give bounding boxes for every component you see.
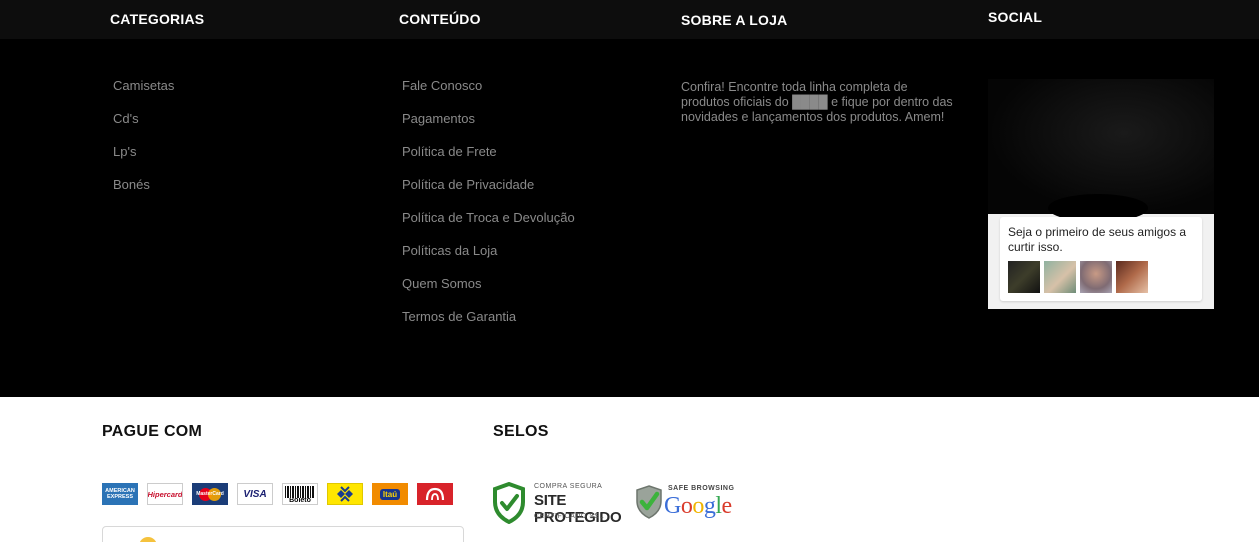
list-item: Políticas da Loja	[402, 243, 575, 276]
shield-check-icon	[636, 485, 662, 519]
shield-check-icon	[493, 482, 525, 524]
list-item: Cd's	[113, 111, 174, 144]
conteudo-link-fale-conosco[interactable]: Fale Conosco	[402, 78, 482, 93]
sobre-title: SOBRE A LOJA	[681, 12, 788, 28]
selos-title: SELOS	[493, 423, 549, 440]
facebook-friends-text: Seja o primeiro de seus amigos a curtir …	[1008, 225, 1187, 254]
list-item: Pagamentos	[402, 111, 575, 144]
itau-label: Itaú	[379, 488, 401, 500]
list-item: Termos de Garantia	[402, 309, 575, 342]
amex-icon: AMERICAN EXPRESS	[102, 483, 138, 505]
barcode-icon	[285, 486, 315, 498]
itau-icon: Itaú	[372, 483, 408, 505]
visa-icon: VISA	[237, 483, 273, 505]
pague-com-title: PAGUE COM	[102, 423, 203, 440]
conteudo-link-privacidade[interactable]: Política de Privacidade	[402, 177, 534, 192]
categoria-link-camisetas[interactable]: Camisetas	[113, 78, 174, 93]
list-item: Política de Frete	[402, 144, 575, 177]
banco-do-brasil-icon	[327, 483, 363, 505]
facebook-like-box[interactable]: Seja o primeiro de seus amigos a curtir …	[988, 79, 1214, 309]
conteudo-link-quem-somos[interactable]: Quem Somos	[402, 276, 481, 291]
categorias-list: Camisetas Cd's Lp's Bonés	[113, 78, 174, 210]
conteudo-link-pagamentos[interactable]: Pagamentos	[402, 111, 475, 126]
conteudo-link-garantia[interactable]: Termos de Garantia	[402, 309, 516, 324]
google-safe-browsing-seal[interactable]: SAFE BROWSING Google	[634, 484, 738, 524]
avatar[interactable]	[1116, 261, 1148, 293]
facebook-friends-card: Seja o primeiro de seus amigos a curtir …	[1000, 217, 1202, 301]
google-wordmark: Google	[664, 493, 732, 519]
bradesco-icon	[417, 483, 453, 505]
categorias-title: CATEGORIAS	[110, 11, 205, 27]
list-item: Lp's	[113, 144, 174, 177]
bottom-info-box	[102, 526, 464, 542]
site-protegido-line3: CERTIFICADO SSL	[534, 513, 604, 520]
footer-top: CATEGORIAS CONTEÚDO SOBRE A LOJA SOCIAL …	[0, 0, 1259, 397]
bradesco-logo-icon	[425, 487, 445, 501]
site-protegido-line2: SITE PROTEGIDO	[534, 492, 622, 526]
sobre-text: Confira! Encontre toda linha completa de…	[681, 80, 953, 124]
boleto-icon: Boleto	[282, 483, 318, 505]
avatar[interactable]	[1008, 261, 1040, 293]
amex-label-2: EXPRESS	[107, 494, 133, 500]
conteudo-list: Fale Conosco Pagamentos Política de Fret…	[402, 78, 575, 342]
boleto-label: Boleto	[289, 497, 311, 504]
avatar[interactable]	[1080, 261, 1112, 293]
conteudo-link-politicas[interactable]: Políticas da Loja	[402, 243, 497, 258]
conteudo-link-frete[interactable]: Política de Frete	[402, 144, 497, 159]
visa-label: VISA	[243, 488, 267, 500]
site-protegido-line1: COMPRA SEGURA	[534, 483, 603, 490]
bb-logo-icon	[337, 486, 353, 502]
list-item: Política de Privacidade	[402, 177, 575, 210]
site-protegido-seal[interactable]: COMPRA SEGURA SITE PROTEGIDO CERTIFICADO…	[492, 482, 627, 526]
hipercard-icon: Hipercard	[147, 483, 183, 505]
hipercard-label: Hipercard	[147, 489, 183, 499]
categoria-link-cds[interactable]: Cd's	[113, 111, 139, 126]
conteudo-title: CONTEÚDO	[399, 11, 481, 27]
facebook-friend-avatars	[1008, 261, 1148, 293]
mastercard-icon: MasterCard	[192, 483, 228, 505]
social-title: SOCIAL	[988, 9, 1043, 25]
categoria-link-bones[interactable]: Bonés	[113, 177, 150, 192]
safe-browsing-label: SAFE BROWSING	[668, 485, 735, 492]
mastercard-label: MasterCard	[196, 491, 224, 497]
list-item: Fale Conosco	[402, 78, 575, 111]
avatar[interactable]	[1044, 261, 1076, 293]
list-item: Bonés	[113, 177, 174, 210]
list-item: Política de Troca e Devolução	[402, 210, 575, 243]
list-item: Camisetas	[113, 78, 174, 111]
categoria-link-lps[interactable]: Lp's	[113, 144, 136, 159]
payment-methods: AMERICAN EXPRESS Hipercard MasterCard VI…	[102, 483, 453, 505]
list-item: Quem Somos	[402, 276, 575, 309]
coin-icon	[139, 537, 157, 542]
conteudo-link-troca[interactable]: Política de Troca e Devolução	[402, 210, 575, 225]
